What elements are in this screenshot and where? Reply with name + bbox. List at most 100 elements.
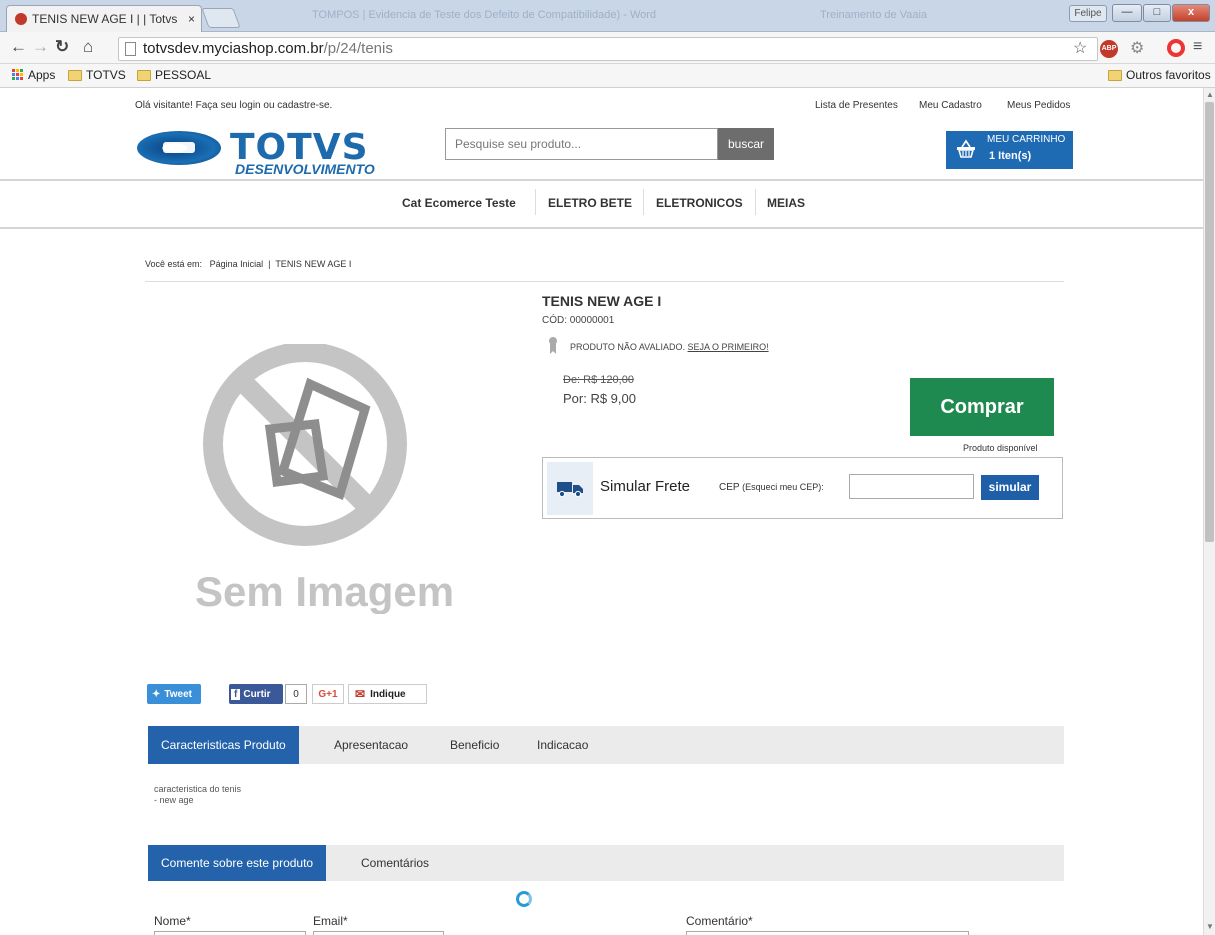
- site-favicon-icon: [15, 13, 27, 25]
- basket-icon: [957, 139, 975, 158]
- divider: [0, 179, 1203, 181]
- product-title: TENIS NEW AGE I: [542, 293, 662, 309]
- divider: [145, 281, 1064, 282]
- browser-tab[interactable]: TENIS NEW AGE I | | Totvs ×: [6, 5, 202, 32]
- price-old: De: R$ 120,00: [563, 374, 634, 386]
- browser-tab-title: TENIS NEW AGE I | | Totvs: [32, 12, 178, 26]
- tab-comentarios[interactable]: Comentários: [361, 845, 429, 881]
- tab-comente[interactable]: Comente sobre este produto: [148, 845, 327, 881]
- bookmark-label: PESSOAL: [155, 68, 212, 82]
- page-scrollbar[interactable]: ▲ ▼: [1203, 88, 1215, 935]
- breadcrumb: Você está em: Página Inicial | TENIS NEW…: [145, 259, 351, 269]
- tab-apresentacao[interactable]: Apresentacao: [334, 726, 408, 764]
- indique-button[interactable]: ✉ Indique: [348, 684, 427, 704]
- comentario-input[interactable]: [686, 931, 969, 935]
- bookmark-folder-outros[interactable]: Outros favoritos: [1108, 68, 1211, 82]
- nav-eletronicos[interactable]: ELETRONICOS: [656, 196, 743, 210]
- nav-meias[interactable]: MEIAS: [767, 196, 805, 210]
- home-icon[interactable]: ⌂: [83, 37, 93, 57]
- no-image-placeholder-icon: Sem Imagem: [195, 344, 454, 614]
- bookmark-folder-totvs[interactable]: TOTVS: [68, 68, 126, 82]
- breadcrumb-separator: |: [268, 259, 271, 269]
- new-tab-button[interactable]: [201, 8, 241, 28]
- label-comentario: Comentário*: [686, 914, 753, 928]
- tab-content-line: - new age: [154, 795, 194, 805]
- address-bar[interactable]: totvsdev.myciashop.com.br/p/24/tenis: [118, 37, 1098, 61]
- award-ribbon-icon: [549, 337, 557, 354]
- shipping-title: Simular Frete: [600, 478, 691, 495]
- nav-cat-ecomerce[interactable]: Cat Ecomerce Teste: [402, 196, 516, 210]
- product-code: CÓD: 00000001: [542, 315, 615, 326]
- label-nome: Nome*: [154, 914, 191, 928]
- reload-icon[interactable]: ↻: [55, 37, 69, 57]
- bookmark-label: TOTVS: [86, 68, 126, 82]
- simulate-button[interactable]: simular: [981, 475, 1039, 500]
- forward-arrow-icon[interactable]: →: [32, 37, 49, 57]
- minimize-button[interactable]: —: [1112, 4, 1142, 22]
- star-icon[interactable]: ☆: [1073, 38, 1087, 58]
- product-tabs: Caracteristicas Produto Apresentacao Ben…: [148, 726, 1064, 764]
- buy-button[interactable]: Comprar: [910, 378, 1054, 436]
- totvs-logo-icon[interactable]: [137, 131, 221, 165]
- bookmarks-bar: Apps TOTVS PESSOAL Outros favoritos: [0, 64, 1215, 88]
- scroll-down-icon[interactable]: ▼: [1206, 922, 1214, 931]
- scrollbar-thumb[interactable]: [1205, 102, 1214, 542]
- tab-indicacao[interactable]: Indicacao: [537, 726, 588, 764]
- breadcrumb-current: TENIS NEW AGE I: [275, 259, 352, 269]
- background-window-title: TOMPOS | Evidencia de Teste dos Defeito …: [312, 9, 657, 21]
- shipping-simulator: Simular Frete CEP (Esqueci meu CEP): sim…: [542, 457, 1063, 519]
- envelope-icon: ✉: [355, 687, 366, 701]
- tab-close-icon[interactable]: ×: [188, 12, 195, 26]
- like-count: 0: [285, 684, 307, 704]
- gplus-button[interactable]: G+1: [312, 684, 344, 704]
- indique-label: Indique: [370, 688, 406, 700]
- cart-button[interactable]: MEU CARRINHO 1 Iten(s): [946, 131, 1073, 169]
- rating-status: PRODUTO NÃO AVALIADO.: [570, 342, 686, 352]
- welcome-text[interactable]: Olá visitante! Faça seu login ou cadastr…: [135, 100, 332, 111]
- back-arrow-icon[interactable]: ←: [10, 37, 27, 57]
- link-meu-cadastro[interactable]: Meu Cadastro: [919, 100, 982, 111]
- background-window-title: Treinamento de Vaaia: [820, 9, 928, 21]
- cep-label-text: CEP: [719, 482, 740, 493]
- page-icon: [125, 42, 136, 56]
- nav-eletro-bete[interactable]: ELETRO BETE: [548, 196, 632, 210]
- link-meus-pedidos[interactable]: Meus Pedidos: [1007, 100, 1070, 111]
- apps-grid-icon: [12, 69, 24, 81]
- search-input[interactable]: Pesquise seu produto...: [445, 128, 718, 160]
- cep-input[interactable]: [849, 474, 974, 499]
- extension-icon[interactable]: ⚙: [1130, 38, 1144, 58]
- scroll-up-icon[interactable]: ▲: [1206, 90, 1214, 99]
- bookmark-apps[interactable]: Apps: [12, 68, 55, 82]
- url-host: totvsdev.myciashop.com.br: [143, 40, 324, 57]
- cep-label: CEP (Esqueci meu CEP):: [719, 482, 824, 493]
- truck-icon: [557, 482, 583, 497]
- cart-count: 1 Iten(s): [989, 150, 1032, 162]
- tab-content-line: caracteristica do tenis: [154, 784, 242, 794]
- adblock-icon[interactable]: ABP: [1100, 40, 1118, 58]
- menu-icon[interactable]: ≡: [1193, 38, 1202, 56]
- profile-badge[interactable]: Felipe: [1069, 5, 1107, 22]
- breadcrumb-home[interactable]: Página Inicial: [210, 259, 264, 269]
- bookmark-label: Outros favoritos: [1126, 68, 1211, 82]
- bookmark-folder-pessoal[interactable]: PESSOAL: [137, 68, 211, 82]
- close-window-button[interactable]: x: [1172, 4, 1210, 22]
- twitter-bird-icon: ✦: [152, 688, 161, 700]
- search-button[interactable]: buscar: [718, 128, 774, 160]
- email-input[interactable]: [313, 931, 444, 935]
- opera-icon[interactable]: [1167, 39, 1185, 57]
- tab-beneficio[interactable]: Beneficio: [450, 726, 499, 764]
- forgot-cep-link[interactable]: (Esqueci meu CEP):: [742, 482, 824, 492]
- tweet-label: Tweet: [164, 688, 192, 700]
- rate-first-link[interactable]: SEJA O PRIMEIRO!: [688, 342, 769, 352]
- facebook-f-icon: f: [231, 688, 241, 700]
- tab-caracteristicas[interactable]: Caracteristicas Produto: [148, 726, 299, 764]
- nav-separator: [643, 189, 644, 215]
- tweet-button[interactable]: ✦ Tweet: [147, 684, 201, 704]
- facebook-like-button[interactable]: f Curtir: [229, 684, 283, 704]
- maximize-button[interactable]: □: [1143, 4, 1171, 22]
- nome-input[interactable]: [154, 931, 306, 935]
- logo-subtitle: DESENVOLVIMENTO: [235, 161, 375, 177]
- cart-label: MEU CARRINHO: [987, 134, 1066, 145]
- curtir-label: Curtir: [243, 688, 271, 700]
- link-lista-presentes[interactable]: Lista de Presentes: [815, 100, 898, 111]
